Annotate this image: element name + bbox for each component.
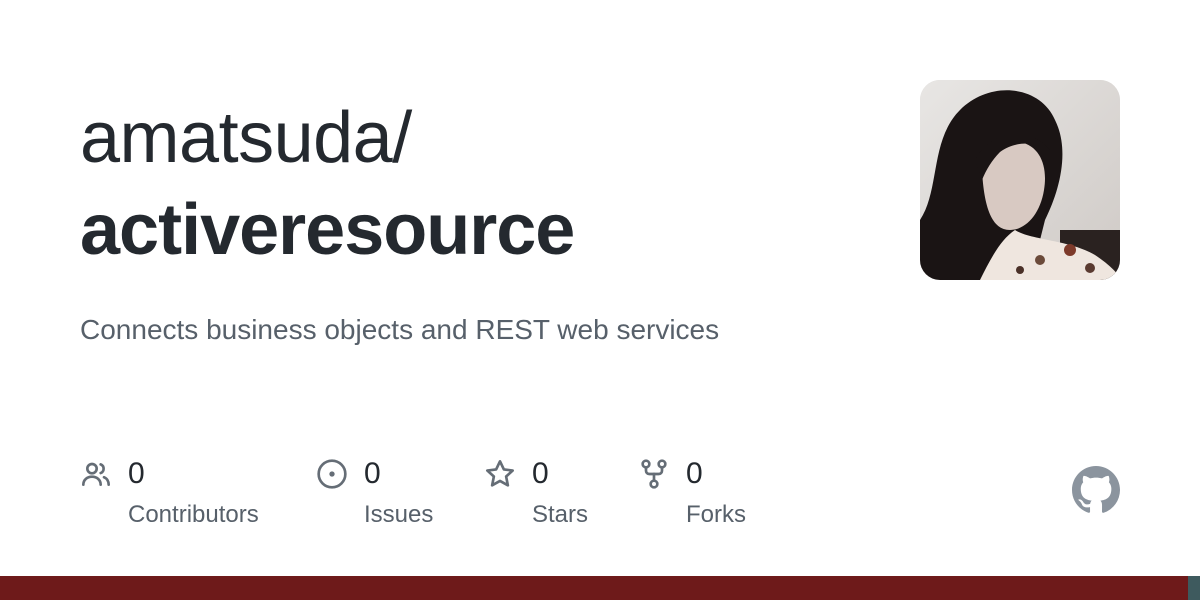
repo-owner[interactable]: amatsuda/ [80,96,412,180]
github-logo-icon[interactable] [1072,466,1120,514]
avatar-photo [920,80,1120,280]
stars-count: 0 [532,457,549,490]
repo-name[interactable]: activeresource [80,188,575,272]
issues-label: Issues [364,501,434,528]
owner-avatar[interactable] [920,80,1120,280]
contributors-count: 0 [128,457,145,490]
repo-forked-icon [641,459,667,489]
star-icon [486,460,514,487]
language-bar [0,576,1188,600]
forks-label: Forks [686,501,746,528]
language-bar-end [1188,576,1200,600]
stars-label: Stars [532,501,589,528]
forks-count: 0 [686,457,703,490]
issue-opened-icon [317,459,347,489]
contributors-label: Contributors [128,501,259,528]
repo-description: Connects business objects and REST web s… [80,314,720,345]
issues-count: 0 [364,457,381,490]
people-icon [82,462,110,486]
